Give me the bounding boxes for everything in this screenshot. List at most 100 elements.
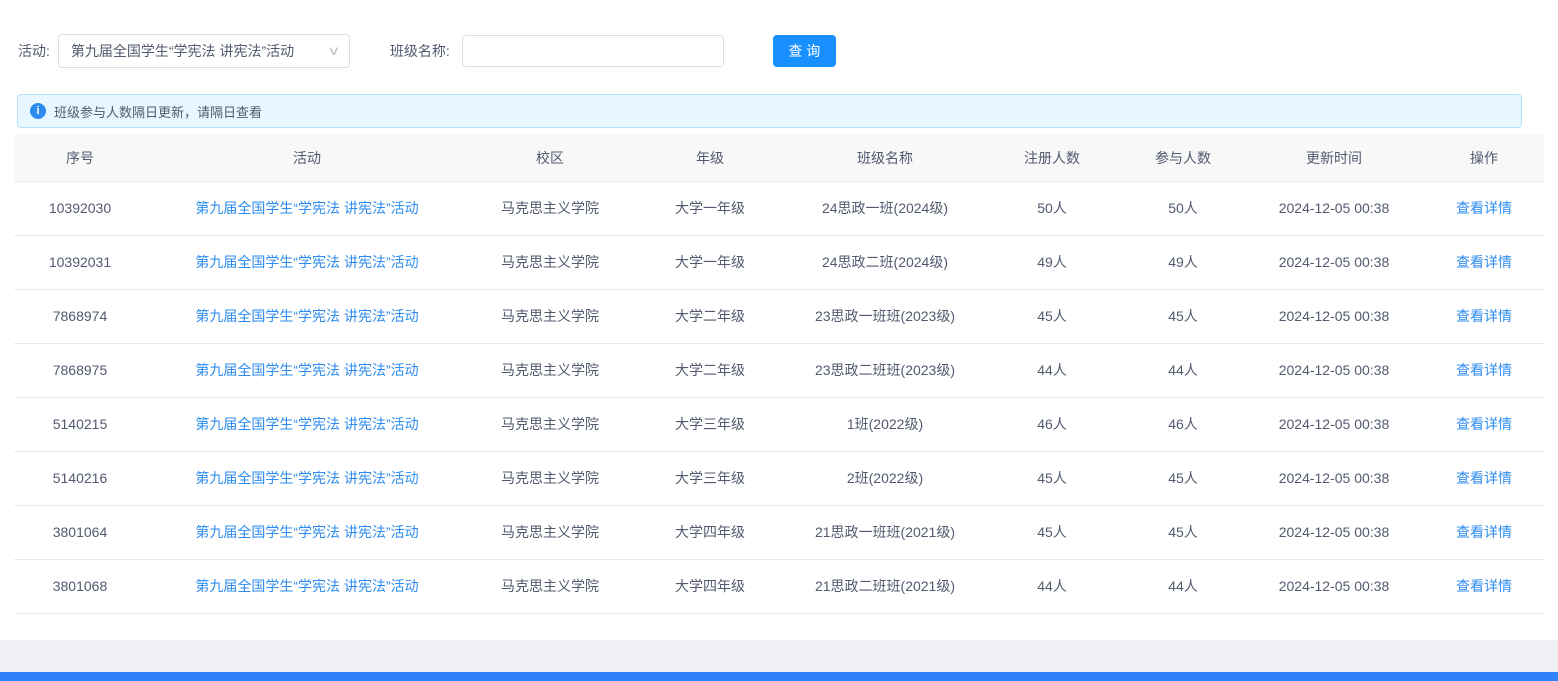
search-button[interactable]: 查 询 xyxy=(773,35,836,67)
cell-activity: 第九届全国学生“学宪法 讲宪法”活动 xyxy=(146,397,468,451)
cell-campus: 马克思主义学院 xyxy=(468,559,632,613)
cell-activity: 第九届全国学生“学宪法 讲宪法”活动 xyxy=(146,343,468,397)
table-row: 10392030 第九届全国学生“学宪法 讲宪法”活动 马克思主义学院 大学一年… xyxy=(14,181,1544,235)
cell-campus: 马克思主义学院 xyxy=(468,505,632,559)
view-details-link[interactable]: 查看详情 xyxy=(1456,308,1512,324)
cell-participant-count: 49人 xyxy=(1122,235,1244,289)
table-body: 10392030 第九届全国学生“学宪法 讲宪法”活动 马克思主义学院 大学一年… xyxy=(14,181,1544,613)
cell-serial: 7868974 xyxy=(14,289,146,343)
cell-grade: 大学二年级 xyxy=(632,343,788,397)
cell-actions: 查看详情 xyxy=(1424,343,1544,397)
activity-link[interactable]: 第九届全国学生“学宪法 讲宪法”活动 xyxy=(195,524,418,540)
cell-grade: 大学三年级 xyxy=(632,397,788,451)
view-details-link[interactable]: 查看详情 xyxy=(1456,578,1512,594)
cell-participant-count: 45人 xyxy=(1122,451,1244,505)
cell-actions: 查看详情 xyxy=(1424,559,1544,613)
cell-activity: 第九届全国学生“学宪法 讲宪法”活动 xyxy=(146,235,468,289)
cell-class-name: 21思政二班班(2021级) xyxy=(788,559,982,613)
cell-registered-count: 45人 xyxy=(982,289,1122,343)
cell-campus: 马克思主义学院 xyxy=(468,451,632,505)
cell-actions: 查看详情 xyxy=(1424,397,1544,451)
activity-select[interactable]: 第九届全国学生“学宪法 讲宪法”活动 ∨ xyxy=(58,34,350,68)
cell-registered-count: 46人 xyxy=(982,397,1122,451)
header-serial: 序号 xyxy=(14,135,146,181)
view-details-link[interactable]: 查看详情 xyxy=(1456,362,1512,378)
cell-serial: 10392030 xyxy=(14,181,146,235)
cell-class-name: 2班(2022级) xyxy=(788,451,982,505)
cell-actions: 查看详情 xyxy=(1424,181,1544,235)
cell-serial: 3801064 xyxy=(14,505,146,559)
cell-actions: 查看详情 xyxy=(1424,235,1544,289)
cell-serial: 5140215 xyxy=(14,397,146,451)
cell-activity: 第九届全国学生“学宪法 讲宪法”活动 xyxy=(146,181,468,235)
activity-link[interactable]: 第九届全国学生“学宪法 讲宪法”活动 xyxy=(195,416,418,432)
cell-update-time: 2024-12-05 00:38 xyxy=(1244,181,1424,235)
cell-update-time: 2024-12-05 00:38 xyxy=(1244,235,1424,289)
info-alert: i 班级参与人数隔日更新，请隔日查看 xyxy=(17,94,1522,128)
view-details-link[interactable]: 查看详情 xyxy=(1456,416,1512,432)
class-name-label: 班级名称: xyxy=(390,41,450,61)
cell-campus: 马克思主义学院 xyxy=(468,181,632,235)
table-row: 7868975 第九届全国学生“学宪法 讲宪法”活动 马克思主义学院 大学二年级… xyxy=(14,343,1544,397)
cell-grade: 大学四年级 xyxy=(632,505,788,559)
cell-class-name: 24思政一班(2024级) xyxy=(788,181,982,235)
activity-link[interactable]: 第九届全国学生“学宪法 讲宪法”活动 xyxy=(195,362,418,378)
cell-registered-count: 44人 xyxy=(982,343,1122,397)
cell-actions: 查看详情 xyxy=(1424,289,1544,343)
activity-link[interactable]: 第九届全国学生“学宪法 讲宪法”活动 xyxy=(195,200,418,216)
cell-participant-count: 46人 xyxy=(1122,397,1244,451)
cell-update-time: 2024-12-05 00:38 xyxy=(1244,397,1424,451)
cell-class-name: 1班(2022级) xyxy=(788,397,982,451)
cell-grade: 大学二年级 xyxy=(632,289,788,343)
cell-activity: 第九届全国学生“学宪法 讲宪法”活动 xyxy=(146,505,468,559)
view-details-link[interactable]: 查看详情 xyxy=(1456,200,1512,216)
info-icon: i xyxy=(30,103,46,119)
cell-actions: 查看详情 xyxy=(1424,505,1544,559)
cell-update-time: 2024-12-05 00:38 xyxy=(1244,559,1424,613)
activity-link[interactable]: 第九届全国学生“学宪法 讲宪法”活动 xyxy=(195,578,418,594)
header-registered-count: 注册人数 xyxy=(982,135,1122,181)
cell-registered-count: 45人 xyxy=(982,505,1122,559)
cell-registered-count: 45人 xyxy=(982,451,1122,505)
cell-serial: 7868975 xyxy=(14,343,146,397)
class-name-input[interactable] xyxy=(462,35,724,67)
activity-link[interactable]: 第九届全国学生“学宪法 讲宪法”活动 xyxy=(195,470,418,486)
table-row: 3801068 第九届全国学生“学宪法 讲宪法”活动 马克思主义学院 大学四年级… xyxy=(14,559,1544,613)
cell-grade: 大学一年级 xyxy=(632,181,788,235)
table-row: 3801064 第九届全国学生“学宪法 讲宪法”活动 马克思主义学院 大学四年级… xyxy=(14,505,1544,559)
cell-grade: 大学四年级 xyxy=(632,559,788,613)
cell-registered-count: 44人 xyxy=(982,559,1122,613)
cell-update-time: 2024-12-05 00:38 xyxy=(1244,451,1424,505)
cell-activity: 第九届全国学生“学宪法 讲宪法”活动 xyxy=(146,559,468,613)
cell-update-time: 2024-12-05 00:38 xyxy=(1244,505,1424,559)
activity-link[interactable]: 第九届全国学生“学宪法 讲宪法”活动 xyxy=(195,308,418,324)
filter-bar: 活动: 第九届全国学生“学宪法 讲宪法”活动 ∨ 班级名称: 查 询 xyxy=(0,0,1558,68)
cell-registered-count: 49人 xyxy=(982,235,1122,289)
table-row: 7868974 第九届全国学生“学宪法 讲宪法”活动 马克思主义学院 大学二年级… xyxy=(14,289,1544,343)
view-details-link[interactable]: 查看详情 xyxy=(1456,470,1512,486)
class-participation-table: 序号 活动 校区 年级 班级名称 注册人数 参与人数 更新时间 操作 10392… xyxy=(14,135,1544,614)
cell-serial: 10392031 xyxy=(14,235,146,289)
header-activity: 活动 xyxy=(146,135,468,181)
footer-blue-bar xyxy=(0,672,1558,681)
header-actions: 操作 xyxy=(1424,135,1544,181)
cell-serial: 5140216 xyxy=(14,451,146,505)
cell-campus: 马克思主义学院 xyxy=(468,343,632,397)
table-row: 5140216 第九届全国学生“学宪法 讲宪法”活动 马克思主义学院 大学三年级… xyxy=(14,451,1544,505)
cell-class-name: 23思政一班班(2023级) xyxy=(788,289,982,343)
cell-campus: 马克思主义学院 xyxy=(468,289,632,343)
info-alert-text: 班级参与人数隔日更新，请隔日查看 xyxy=(54,102,262,121)
view-details-link[interactable]: 查看详情 xyxy=(1456,254,1512,270)
chevron-down-icon: ∨ xyxy=(327,43,340,59)
header-update-time: 更新时间 xyxy=(1244,135,1424,181)
cell-activity: 第九届全国学生“学宪法 讲宪法”活动 xyxy=(146,451,468,505)
cell-participant-count: 44人 xyxy=(1122,559,1244,613)
cell-registered-count: 50人 xyxy=(982,181,1122,235)
cell-class-name: 24思政二班(2024级) xyxy=(788,235,982,289)
cell-class-name: 21思政一班班(2021级) xyxy=(788,505,982,559)
header-participant-count: 参与人数 xyxy=(1122,135,1244,181)
activity-link[interactable]: 第九届全国学生“学宪法 讲宪法”活动 xyxy=(195,254,418,270)
view-details-link[interactable]: 查看详情 xyxy=(1456,524,1512,540)
header-campus: 校区 xyxy=(468,135,632,181)
header-class-name: 班级名称 xyxy=(788,135,982,181)
